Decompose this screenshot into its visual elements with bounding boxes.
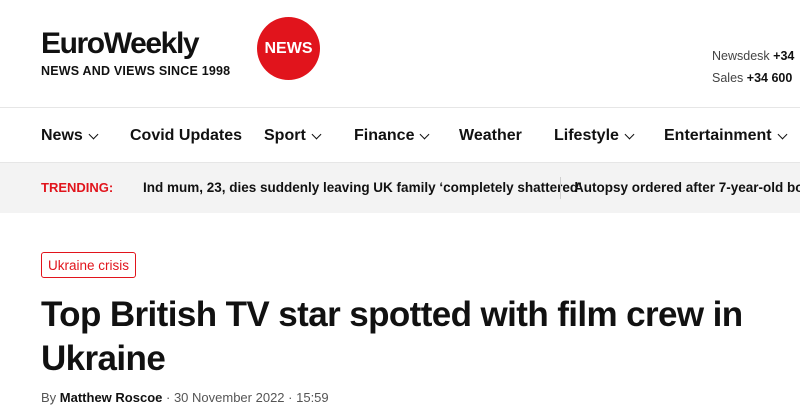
contact-newsdesk-value: +34	[773, 49, 795, 63]
nav-item-weather[interactable]: Weather	[459, 127, 522, 145]
category-tag[interactable]: Ukraine crisis	[41, 252, 137, 278]
trending-bar: TRENDING: Ind mum, 23, dies suddenly lea…	[0, 163, 800, 213]
byline-separator: ·	[288, 390, 297, 405]
trending-divider	[560, 177, 561, 199]
logo-news-badge: NEWS	[257, 17, 320, 80]
contact-sales-label: Sales	[712, 71, 744, 85]
contact-newsdesk-label: Newsdesk	[712, 49, 770, 63]
publish-time: 15:59	[296, 390, 329, 405]
trending-label: TRENDING:	[41, 180, 114, 195]
nav-item-covid-updates[interactable]: Covid Updates	[130, 127, 242, 145]
nav-item-label: Entertainment	[664, 127, 772, 144]
logo-wordmark: EuroWeekly	[41, 27, 200, 60]
article-byline: By Matthew Roscoe · 30 November 2022 · 1…	[41, 390, 329, 405]
nav-item-label: Finance	[354, 127, 415, 144]
trending-item[interactable]: Autopsy ordered after 7-year-old boy d	[574, 180, 800, 195]
chevron-down-icon	[777, 129, 788, 139]
nav-item-news[interactable]: News	[41, 127, 99, 145]
contact-sales[interactable]: Sales +34 600	[712, 67, 794, 89]
contact-info: Newsdesk +34 Sales +34 600	[712, 45, 794, 89]
site-tagline: NEWS AND VIEWS SINCE 1998	[41, 64, 231, 78]
byline-separator: ·	[166, 390, 174, 405]
nav-item-lifestyle[interactable]: Lifestyle	[554, 127, 635, 145]
chevron-down-icon	[88, 129, 99, 139]
chevron-down-icon	[624, 129, 635, 139]
chevron-down-icon	[420, 129, 430, 139]
site-header: EuroWeekly NEWS NEWS AND VIEWS SINCE 199…	[0, 0, 800, 108]
nav-item-label: News	[41, 127, 83, 144]
trending-item[interactable]: Ind mum, 23, dies suddenly leaving UK fa…	[143, 180, 582, 195]
article-headline: Top British TV star spotted with film cr…	[41, 295, 743, 378]
contact-newsdesk[interactable]: Newsdesk +34	[712, 45, 794, 67]
nav-item-sport[interactable]: Sport	[264, 127, 322, 145]
nav-item-entertainment[interactable]: Entertainment	[664, 127, 788, 145]
byline-prefix: By	[41, 390, 57, 405]
nav-item-label: Weather	[459, 127, 522, 144]
author-link[interactable]: Matthew Roscoe	[60, 390, 163, 405]
nav-item-label: Covid Updates	[130, 127, 243, 144]
contact-sales-value: +34 600	[746, 71, 793, 85]
nav-item-label: Lifestyle	[554, 127, 619, 144]
nav-item-finance[interactable]: Finance	[354, 127, 430, 145]
main-nav: News Covid Updates Sport Finance Weather…	[0, 108, 800, 163]
chevron-down-icon	[311, 129, 322, 139]
nav-item-label: Sport	[264, 127, 306, 144]
publish-date: 30 November 2022	[173, 390, 285, 405]
